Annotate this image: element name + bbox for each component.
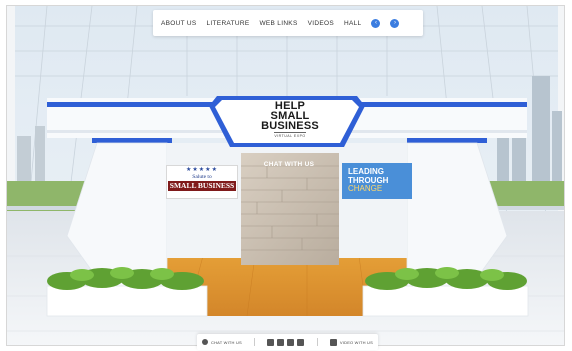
bottom-action-bar: CHAT WITH US VIDEO WITH US (197, 334, 378, 350)
social-links (267, 338, 305, 346)
header-line-2: SMALL (270, 109, 310, 122)
nav-hall[interactable]: HALL (344, 20, 361, 27)
nav-videos[interactable]: VIDEOS (308, 20, 334, 27)
nav-literature[interactable]: LITERATURE (207, 20, 250, 27)
small-business-text: SMALL BUSINESS (168, 181, 236, 191)
chevron-right-icon[interactable]: › (390, 18, 400, 28)
top-navigation: ABOUT US LITERATURE WEB LINKS VIDEOS HAL… (153, 10, 423, 36)
stars-row: ★★★★★ (186, 167, 218, 173)
scene-frame (6, 5, 565, 346)
header-line-3: BUSINESS (261, 119, 319, 132)
salute-text: Salute to (192, 174, 212, 180)
header-subtitle: VIRTUAL EXPO (274, 131, 306, 138)
divider (316, 338, 318, 346)
header-line-1: HELP (274, 99, 306, 112)
booth-backdrop (7, 6, 564, 345)
nav-about-us[interactable]: ABOUT US (161, 20, 197, 27)
linkedin-icon[interactable] (277, 338, 285, 346)
chat-bubble-icon (202, 339, 208, 345)
video-camera-icon (329, 338, 337, 346)
chat-with-us-label[interactable]: CHAT WITH US (240, 161, 338, 168)
chat-button-label: CHAT WITH US (211, 339, 242, 345)
chevron-left-icon[interactable]: ‹ (371, 18, 381, 28)
twitter-icon[interactable] (287, 338, 295, 346)
booth-header-sign: HELP SMALL BUSINESS VIRTUAL EXPO (223, 94, 357, 144)
chat-with-us-button[interactable]: CHAT WITH US (202, 339, 242, 345)
video-with-us-button[interactable]: VIDEO WITH US (329, 338, 373, 346)
youtube-icon[interactable] (297, 338, 305, 346)
salute-banner: ★★★★★ Salute to SMALL BUSINESS (166, 165, 238, 199)
divider (254, 338, 256, 346)
video-button-label: VIDEO WITH US (339, 339, 373, 345)
nav-web-links[interactable]: WEB LINKS (259, 20, 297, 27)
virtual-booth-scene: ABOUT US LITERATURE WEB LINKS VIDEOS HAL… (0, 0, 572, 351)
facebook-icon[interactable] (267, 338, 275, 346)
banner-line-3: CHANGE (348, 184, 383, 194)
leading-through-change-banner: LEADING THROUGH CHANGE (342, 163, 412, 199)
